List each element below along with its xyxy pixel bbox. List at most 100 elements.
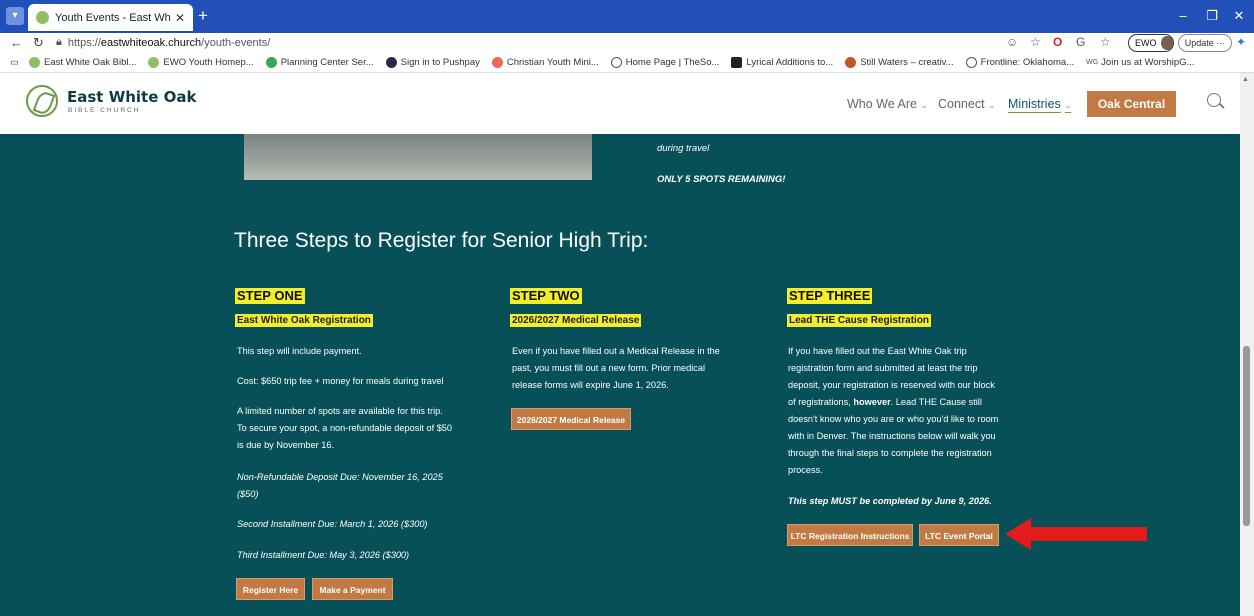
bookmarks-bar: ▭ East White Oak Bibl... EWO Youth Homep… [0, 53, 1254, 73]
refresh-icon[interactable]: ↻ [33, 35, 44, 51]
step-three-subheading: Lead THE Cause Registration [787, 314, 932, 327]
second-installment-text: Second Installment Due: March 1, 2026 ($… [237, 519, 428, 529]
church-icon [148, 57, 160, 68]
emphasis-text: however [853, 397, 891, 407]
step-two-text: Even if you have filled out a Medical Re… [512, 346, 720, 356]
globe-icon [610, 57, 622, 68]
church-favicon-icon [36, 11, 49, 24]
favorite-star-icon[interactable]: ☆ [1030, 35, 1041, 49]
nav-label: Connect [938, 97, 985, 111]
bookmark-label: East White Oak Bibl... [43, 57, 137, 68]
step-one-subheading: East White Oak Registration [235, 314, 373, 327]
nav-connect[interactable]: Connect ⌄ [938, 97, 995, 111]
planning-center-icon [265, 57, 277, 68]
favorites-list-icon[interactable]: ☆ [1100, 35, 1111, 49]
ltc-event-portal-button[interactable]: LTC Event Portal [919, 524, 999, 546]
bookmark-item[interactable]: East White Oak Bibl... [28, 57, 137, 68]
nav-label: Ministries [1008, 97, 1061, 111]
search-icon[interactable] [1207, 93, 1221, 107]
close-tab-icon[interactable]: ✕ [175, 11, 185, 25]
bookmark-item[interactable]: Still Waters – creativ... [845, 57, 954, 68]
back-arrow-icon[interactable]: ← [10, 35, 23, 50]
step-three-heading: STEP THREE [787, 288, 873, 304]
step-two-text: past, you must fill out a new form. Prio… [512, 363, 706, 373]
nav-label: Who We Are [847, 97, 917, 111]
browser-tab-bar: ▾ Youth Events - East White Oak Bi... ✕ … [0, 0, 1254, 33]
bookmark-label: Home Page | TheSo... [625, 57, 720, 68]
section-title: Three Steps to Register for Senior High … [234, 229, 649, 252]
trip-photo [244, 134, 592, 180]
scroll-up-icon[interactable]: ▲ [1242, 76, 1249, 83]
step-three-text: deposit, your registration is reserved w… [788, 380, 995, 390]
intro-travel-text: during travel [657, 143, 710, 154]
bookmark-toggle-icon[interactable]: ▭ [10, 57, 19, 68]
step-three-text: doesn't know who you are or who you'd li… [788, 414, 999, 424]
copilot-icon[interactable]: ✦ [1236, 35, 1246, 49]
logo-leaf-icon[interactable] [26, 85, 58, 117]
bookmark-label: Join us at WorshipG... [1101, 57, 1195, 68]
bookmark-item[interactable]: Planning Center Ser... [265, 57, 374, 68]
bookmark-label: Sign in to Pushpay [400, 57, 480, 68]
bookmark-item[interactable]: Frontline: Oklahoma... [965, 57, 1075, 68]
still-waters-icon [845, 57, 857, 68]
nav-ministries[interactable]: Ministries ⌄ [1008, 97, 1072, 111]
bookmark-label: Frontline: Oklahoma... [980, 57, 1075, 68]
medical-release-button[interactable]: 2026/2027 Medical Release [511, 408, 631, 430]
opera-icon[interactable]: O [1053, 35, 1062, 49]
address-bar-row: ← ↻ 🔒︎ https://eastwhiteoak.church/youth… [0, 33, 1254, 53]
deadline-text: This step MUST be completed by June 9, 2… [788, 496, 992, 506]
url-domain: eastwhiteoak.church [100, 36, 202, 49]
lock-icon: 🔒︎ [56, 36, 62, 48]
step-two-heading: STEP TWO [510, 288, 582, 304]
bookmark-label: Planning Center Ser... [280, 57, 374, 68]
step-three-text: process. [788, 465, 823, 475]
lyrical-icon [731, 57, 743, 68]
tab-title: Youth Events - East White Oak Bi... [55, 11, 171, 24]
minimize-icon[interactable]: – [1172, 6, 1194, 26]
site-header: East White Oak BIBLE CHURCH Who We Are ⌄ … [0, 73, 1254, 134]
bookmark-item[interactable]: Lyrical Additions to... [731, 57, 833, 68]
bookmark-item[interactable]: Sign in to Pushpay [385, 57, 480, 68]
step-one-text: Cost: $650 trip fee + money for meals du… [237, 376, 444, 386]
url-prefix: https:// [67, 36, 101, 49]
bookmark-item[interactable]: WG Join us at WorshipG... [1086, 57, 1194, 68]
close-window-icon[interactable]: ✕ [1228, 6, 1250, 26]
profile-button[interactable]: EWO [1128, 34, 1174, 52]
red-arrow-icon [1005, 518, 1147, 550]
logo-subtitle: BIBLE CHURCH [68, 107, 141, 114]
bookmark-item[interactable]: Home Page | TheSo... [610, 57, 720, 68]
update-button[interactable]: Update ··· [1178, 34, 1232, 52]
new-tab-button[interactable]: + [198, 6, 208, 26]
chevron-down-icon: ⌄ [1064, 101, 1072, 110]
worship-icon: WG [1086, 59, 1099, 66]
make-payment-button[interactable]: Make a Payment [312, 578, 393, 600]
youth-ministry-icon [491, 57, 503, 68]
url-field[interactable]: 🔒︎ https://eastwhiteoak.church/youth-eve… [56, 34, 976, 51]
step-two-text: release forms will expire June 1, 2026. [512, 380, 669, 390]
restore-icon[interactable]: ❐ [1201, 6, 1223, 26]
ltc-instructions-button[interactable]: LTC Registration Instructions [787, 524, 913, 546]
oak-central-button[interactable]: Oak Central [1087, 91, 1176, 117]
step-three-text: of registrations, however. Lead THE Caus… [788, 394, 982, 412]
third-installment-text: Third Installment Due: May 3, 2026 ($300… [237, 550, 410, 560]
browser-tab-youth-events[interactable]: Youth Events - East White Oak Bi... ✕ [28, 4, 193, 31]
scrollbar-thumb[interactable] [1243, 346, 1250, 526]
church-icon [28, 57, 40, 68]
nav-who-we-are[interactable]: Who We Are ⌄ [847, 97, 928, 111]
logo-name[interactable]: East White Oak [67, 88, 196, 106]
chevron-down-icon: ⌄ [988, 101, 996, 110]
register-here-button[interactable]: Register Here [236, 578, 305, 600]
bookmark-item[interactable]: Christian Youth Mini... [491, 57, 599, 68]
deposit-due-text: Non-Refundable Deposit Due: November 16,… [237, 472, 443, 482]
scrollbar-track[interactable] [1240, 73, 1254, 616]
step-three-text: with in Denver. The instructions below w… [788, 431, 996, 441]
page-info-icon[interactable]: ☺ [1006, 35, 1018, 49]
tab-actions-icon[interactable]: ▾ [6, 7, 24, 25]
profile-label: EWO [1135, 38, 1157, 48]
pushpay-icon [385, 57, 397, 68]
extension-icon[interactable]: G [1076, 35, 1085, 49]
avatar [1160, 36, 1173, 50]
text-segment: . Lead THE Cause still [890, 397, 982, 407]
step-three-text: registration form and submitted at least… [788, 363, 978, 373]
bookmark-item[interactable]: EWO Youth Homep... [148, 57, 254, 68]
